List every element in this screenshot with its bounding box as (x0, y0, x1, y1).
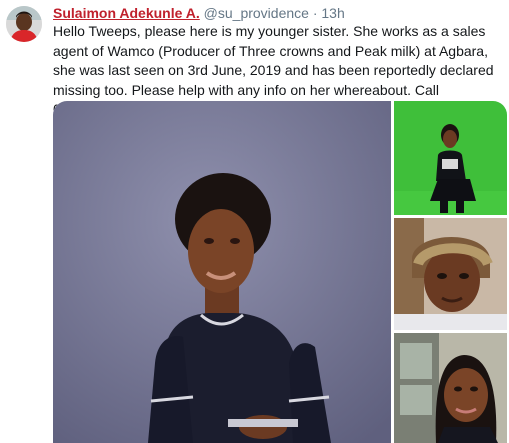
author-name[interactable]: Sulaimon Adekunle A. (53, 5, 200, 21)
tweet-media-grid (53, 101, 507, 443)
tweet-timestamp[interactable]: 13h (321, 5, 344, 21)
tweet-header: Sulaimon Adekunle A. @su_providence · 13… (53, 4, 503, 22)
header-separator: · (312, 5, 318, 21)
tweet[interactable]: Sulaimon Adekunle A. @su_providence · 13… (0, 0, 509, 443)
photo-woman-navy-dress[interactable] (53, 101, 391, 443)
author-avatar[interactable] (6, 6, 42, 42)
author-handle[interactable]: @su_providence (204, 5, 309, 21)
photo-selfie-headscarf[interactable] (394, 218, 507, 330)
photo-green-screen-seated[interactable] (394, 101, 507, 215)
photo-selfie-outdoors[interactable] (394, 333, 507, 443)
